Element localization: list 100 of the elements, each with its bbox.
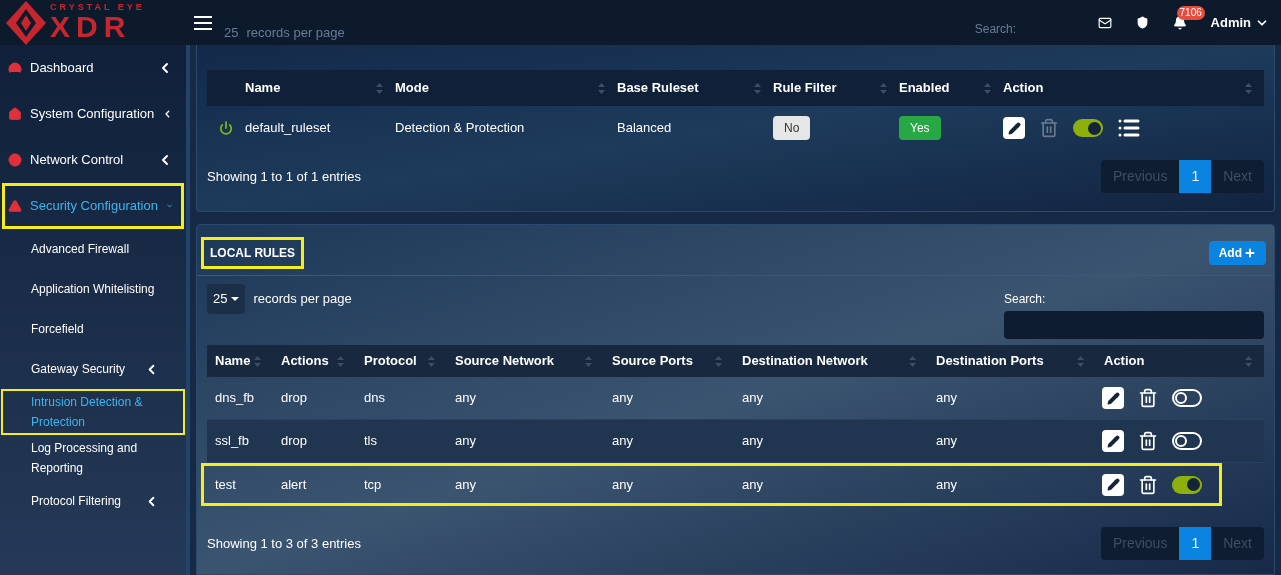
column-header: Enabled bbox=[899, 79, 950, 98]
records-count: 25 bbox=[224, 23, 239, 42]
toggle-switch[interactable] bbox=[1172, 432, 1202, 450]
page-button[interactable]: 1 bbox=[1179, 527, 1212, 560]
column-header: Base Ruleset bbox=[617, 79, 699, 98]
column-header: Rule Filter bbox=[773, 79, 837, 98]
column-header: Actions bbox=[281, 352, 329, 371]
page-button[interactable]: 1 bbox=[1179, 160, 1212, 193]
toggle-switch[interactable] bbox=[1172, 389, 1202, 407]
column-header: Source Ports bbox=[612, 352, 693, 371]
search-field[interactable] bbox=[1004, 311, 1264, 339]
table-cell: any bbox=[936, 433, 957, 449]
search-label: Search: bbox=[1004, 291, 1047, 308]
notification-icon[interactable] bbox=[1172, 15, 1187, 30]
table-cell: any bbox=[742, 390, 763, 406]
records-label: records per page bbox=[253, 290, 352, 309]
submenu-item[interactable]: Gateway Security bbox=[3, 351, 183, 387]
user-menu[interactable]: Admin bbox=[1210, 12, 1269, 33]
column-header: Mode bbox=[395, 79, 429, 98]
search-label: Search: bbox=[974, 20, 1017, 38]
pencil-icon bbox=[1106, 478, 1120, 491]
pencil-icon bbox=[1007, 121, 1021, 135]
delete-button[interactable] bbox=[1138, 388, 1158, 408]
column-header: Protocol bbox=[364, 352, 417, 371]
column-header: Name bbox=[215, 352, 251, 371]
table-cell: ssl_fb bbox=[215, 433, 249, 449]
trash-icon bbox=[1039, 118, 1059, 138]
table-cell: any bbox=[455, 476, 476, 492]
sort-icon bbox=[337, 355, 344, 367]
trash-icon bbox=[1138, 474, 1158, 495]
sort-icon bbox=[715, 355, 722, 367]
table-info: Showing 1 to 1 of 1 entries bbox=[207, 167, 361, 186]
pencil-icon bbox=[1106, 434, 1120, 448]
sort-icon bbox=[254, 355, 261, 367]
column-header: Action bbox=[1003, 79, 1044, 98]
column-header: Name bbox=[245, 79, 281, 98]
delete-button[interactable] bbox=[1138, 474, 1158, 495]
table-cell: any bbox=[742, 476, 763, 492]
logo-text: XDR bbox=[50, 12, 133, 42]
status-badge: No bbox=[773, 116, 811, 140]
menu-button[interactable] bbox=[194, 14, 212, 31]
sidebar-item[interactable]: Dashboard bbox=[5, 48, 181, 88]
table-cell: any bbox=[455, 433, 476, 449]
triangle-icon bbox=[8, 199, 22, 213]
sort-icon bbox=[1245, 355, 1252, 367]
records-label: records per page bbox=[246, 23, 345, 42]
table-cell: tls bbox=[364, 433, 377, 449]
table-cell: Balanced bbox=[617, 120, 672, 136]
submenu-item[interactable]: Protocol Filtering bbox=[3, 483, 183, 519]
logo-tagline: CRYSTAL EYE bbox=[50, 3, 145, 12]
column-header: Action bbox=[1104, 352, 1145, 371]
sort-icon bbox=[428, 355, 435, 367]
table-cell: any bbox=[936, 390, 957, 406]
toggle-switch[interactable] bbox=[1172, 475, 1202, 494]
table-cell: dns bbox=[364, 390, 385, 406]
table-cell: Detection & Protection bbox=[395, 120, 525, 136]
table-cell: any bbox=[742, 433, 763, 449]
table-cell: any bbox=[612, 476, 633, 492]
sort-icon bbox=[598, 82, 605, 94]
table-cell: dns_fb bbox=[215, 390, 255, 406]
column-header: Source Network bbox=[455, 352, 554, 371]
delete-button[interactable] bbox=[1138, 431, 1158, 451]
sort-icon bbox=[1245, 82, 1252, 94]
table-info: Showing 1 to 3 of 3 entries bbox=[207, 534, 361, 553]
submenu-item[interactable]: Log Processing and Reporting bbox=[3, 437, 183, 479]
pencil-icon bbox=[1106, 391, 1120, 405]
table-cell: tcp bbox=[364, 476, 382, 492]
submenu-item[interactable]: Application Whitelisting bbox=[3, 271, 183, 307]
status-badge: Yes bbox=[899, 116, 941, 140]
submenu-item[interactable]: Advanced Firewall bbox=[3, 231, 183, 267]
edit-button[interactable] bbox=[1102, 473, 1124, 496]
edit-button[interactable] bbox=[1003, 117, 1025, 139]
sort-icon bbox=[909, 355, 916, 367]
submenu-item[interactable]: Forcefield bbox=[3, 311, 183, 347]
sort-icon bbox=[1077, 355, 1084, 367]
records-select[interactable]: 25 bbox=[207, 284, 246, 314]
edit-button[interactable] bbox=[1102, 430, 1124, 452]
column-header: Destination Ports bbox=[936, 352, 1044, 371]
section-title: LOCAL RULES bbox=[201, 237, 305, 269]
mail-icon[interactable] bbox=[1097, 15, 1112, 30]
edit-button[interactable] bbox=[1102, 387, 1124, 409]
table-cell: drop bbox=[281, 390, 308, 406]
table-cell: drop bbox=[281, 433, 308, 449]
table-cell: any bbox=[455, 390, 476, 406]
notification-badge: 7106 bbox=[1176, 5, 1205, 20]
table-cell: any bbox=[936, 476, 957, 492]
plus-icon bbox=[1244, 247, 1256, 259]
sort-icon bbox=[984, 82, 991, 94]
shield-icon[interactable] bbox=[1135, 16, 1149, 29]
caret-icon bbox=[231, 297, 240, 301]
add-button[interactable]: Add bbox=[1208, 241, 1266, 265]
column-header: Destination Network bbox=[742, 352, 868, 371]
table-cell: any bbox=[612, 433, 633, 449]
toggle-switch[interactable] bbox=[1073, 119, 1103, 137]
submenu-item[interactable]: Intrusion Detection & Protection bbox=[3, 391, 183, 433]
table-cell: alert bbox=[281, 476, 307, 492]
sort-icon bbox=[880, 82, 887, 94]
table-cell: default_ruleset bbox=[245, 120, 331, 136]
sidebar-item[interactable]: System Configuration bbox=[5, 94, 181, 134]
sidebar-item[interactable]: Network Control bbox=[5, 140, 181, 180]
